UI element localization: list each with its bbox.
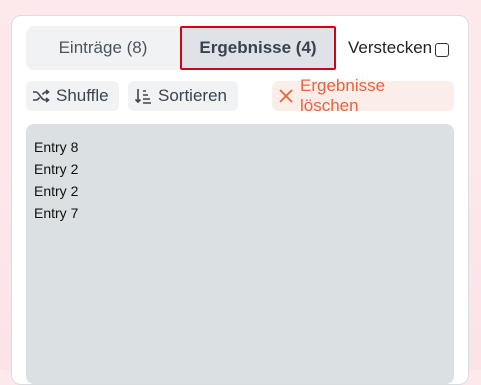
shuffle-icon <box>33 89 50 103</box>
result-item: Entry 2 <box>34 161 79 177</box>
clear-results-label: Ergebnisse löschen <box>300 76 386 115</box>
result-item: Entry 8 <box>34 139 79 155</box>
sort-icon <box>134 89 151 104</box>
tab-entries[interactable]: Einträge (8) <box>26 26 180 70</box>
sort-button[interactable]: Sortieren <box>128 81 238 111</box>
tab-results[interactable]: Ergebnisse (4) <box>180 26 336 70</box>
sort-label: Sortieren <box>158 86 227 105</box>
close-icon <box>279 89 293 103</box>
shuffle-button[interactable]: Shuffle <box>26 81 119 111</box>
clear-results-button[interactable]: Ergebnisse löschen <box>272 76 454 115</box>
hide-label: Verstecken <box>348 38 433 57</box>
shuffle-label: Shuffle <box>56 86 109 105</box>
hide-checkbox[interactable] <box>435 42 450 57</box>
result-item: Entry 2 <box>34 183 79 199</box>
tab-bar: Einträge (8) Ergebnisse (4) <box>26 26 336 70</box>
result-item: Entry 7 <box>34 205 79 221</box>
hide-toggle[interactable]: Verstecken <box>348 38 450 58</box>
results-list[interactable]: Entry 8 Entry 2 Entry 2 Entry 7 <box>26 124 454 384</box>
